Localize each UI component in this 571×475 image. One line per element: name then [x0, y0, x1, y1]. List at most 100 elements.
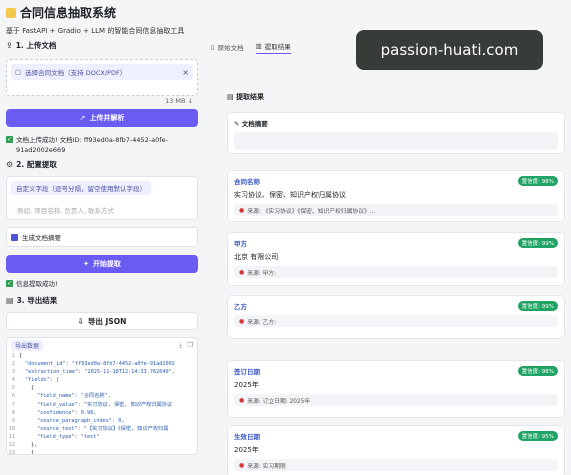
confidence-badge: 置信度: 99%	[517, 301, 558, 311]
export-icon: ⇩	[77, 316, 84, 326]
field-name: 签订日期	[234, 368, 260, 376]
line-number: 8	[11, 409, 15, 416]
file-upload-area[interactable]: ▢ 选择合同文档（支持 DOCX/PDF） × 13 MB ↓	[6, 59, 198, 105]
upload-icon: ⇪	[6, 41, 13, 50]
code-line: 9 "source_paragraph_index": 0,	[7, 417, 197, 425]
check-icon: ✓	[6, 136, 13, 143]
file-icon: ▢	[15, 68, 22, 76]
summary-card: ✎ 文档摘要	[227, 112, 565, 154]
custom-fields-placeholder: 例如: 项目名称, 负责人, 联系方式	[17, 207, 115, 215]
code-line: 12},	[7, 441, 197, 449]
field-name: 甲方	[234, 240, 247, 248]
start-extract-button[interactable]: ✦ 开始提取	[6, 255, 198, 273]
code-text: "source_text": "【实习协议】《保密, 知识产权归属	[37, 425, 169, 432]
copy-icon[interactable]: ❐	[187, 341, 193, 350]
export-json-label: 导出 JSON	[87, 316, 127, 326]
result-card: 合同名称 置信度: 98% 实习协议、保密、知识产权归属协议 ● 来源: 《实习协议》《…	[227, 170, 565, 222]
line-number: 11	[8, 433, 15, 440]
source-text: 来源: 实习期限	[247, 463, 286, 470]
source-text: 来源: 甲方:	[247, 270, 277, 277]
close-icon[interactable]: ×	[182, 68, 189, 77]
result-card: 乙方 置信度: 99% ● 来源: 乙方:	[227, 295, 565, 339]
app-title-text: 合同信息抽取系统	[20, 6, 117, 20]
summary-title: ✎ 文档摘要	[234, 118, 558, 128]
field-value: 北京 有限公司	[234, 253, 279, 261]
start-extract-label: 开始提取	[92, 260, 121, 268]
watermark: passion-huati.com	[356, 30, 543, 70]
upload-status: ✓ 文档上传成功! 文档ID: ff93ed0a-8fb7-4452-a0fe-…	[6, 135, 198, 155]
check-icon: ✓	[6, 280, 13, 287]
field-value: 实习协议、保密、知识产权归属协议	[234, 191, 346, 199]
line-number: 12	[8, 442, 15, 449]
code-line: 1{	[7, 352, 197, 360]
results-title: ▤ 提取结果	[227, 92, 264, 102]
field-name: 乙方	[234, 303, 247, 311]
export-code-viewer[interactable]: 导出数据 ⤓ ❐ 1{2 "document_id": "ff93ed0a-8fb…	[6, 337, 198, 455]
line-number: 2	[11, 361, 15, 368]
right-panel: ▯ 原始文档 ▥ 提取结果 ▤ 提取结果 ✎ 文档摘要 合同名称 置信度: 98%…	[205, 40, 571, 475]
file-size: 13 MB ↓	[165, 97, 193, 105]
code-text: "field_type": "text"	[37, 433, 100, 440]
pin-icon: ●	[239, 206, 245, 214]
pin-icon: ●	[239, 461, 245, 469]
result-card: 甲方 置信度: 99% 北京 有限公司 ● 来源: 甲方:	[227, 232, 565, 286]
code-line: 13 {	[7, 449, 197, 455]
confidence-badge: 置信度: 98%	[517, 366, 558, 376]
source-text: 来源: 订立日期: 2025年	[247, 398, 311, 405]
code-line: 4 "fields": [	[7, 376, 197, 384]
export-json-button[interactable]: ⇩ 导出 JSON	[6, 312, 198, 330]
document-icon: ▯	[211, 43, 215, 51]
app-header: 合同信息抽取系统 基于 FastAPI + Gradio + LLM 的智能合同…	[6, 4, 346, 36]
config-section-title: ⚙ 2. 配置提取	[6, 159, 198, 170]
bulb-icon: ✦	[83, 260, 89, 268]
code-text: {	[19, 353, 23, 359]
confidence-badge: 置信度: 98%	[517, 176, 558, 186]
code-header: 导出数据 ⤓ ❐	[7, 338, 197, 352]
field-value: 2025年	[234, 381, 259, 389]
upload-parse-label: 上传并解析	[89, 114, 125, 122]
file-chip-label: 选择合同文档（支持 DOCX/PDF）	[25, 69, 127, 77]
code-lines: 1{2 "document_id": "ff93ed0a-8fb7-4452-a0…	[7, 352, 197, 455]
code-text: {	[31, 450, 35, 455]
pin-icon: ●	[239, 396, 245, 404]
line-number: 13	[8, 450, 15, 455]
summary-checkbox[interactable]	[11, 233, 18, 241]
tab-extract-result[interactable]: ▥ 提取结果	[255, 41, 291, 54]
code-text: "fields": [	[25, 377, 60, 384]
app-title: 合同信息抽取系统	[6, 4, 346, 21]
summary-label: 文档摘要	[241, 120, 268, 128]
summary-checkbox-label: 生成文档摘要	[22, 234, 61, 242]
summary-checkbox-row[interactable]: 生成文档摘要	[6, 227, 198, 247]
line-number: 5	[11, 385, 15, 392]
pin-icon: ●	[239, 317, 245, 325]
source-row: ● 来源: 订立日期: 2025年	[234, 394, 558, 406]
chart-icon: ▥	[255, 41, 262, 50]
app-subtitle: 基于 FastAPI + Gradio + LLM 的智能合同信息抽取工具	[6, 27, 185, 35]
line-number: 4	[11, 377, 15, 384]
rocket-icon: ➚	[79, 114, 86, 122]
source-row: ● 来源: 实习期限	[234, 459, 558, 471]
upload-status-text: 文档上传成功! 文档ID: ff93ed0a-8fb7-4452-a0fe-91…	[16, 136, 168, 154]
download-icon[interactable]: ⤓	[179, 341, 182, 350]
results-icon: ▤	[227, 93, 234, 101]
code-text: "extraction_time": "2025-11-18T12:14:33.…	[25, 369, 175, 376]
code-text: "field_name": "合同名称",	[37, 393, 111, 400]
upload-parse-button[interactable]: ➚ 上传并解析	[6, 109, 198, 127]
source-text: 来源: 《实习协议》《保密、知识产权归属协议》...	[247, 208, 376, 215]
extract-status: ✓ 信息提取成功!	[6, 279, 198, 289]
pin-icon: ●	[239, 268, 245, 276]
line-number: 3	[11, 369, 15, 376]
tab-original-doc-label: 原始文档	[217, 44, 244, 52]
file-chip[interactable]: ▢ 选择合同文档（支持 DOCX/PDF） ×	[11, 64, 193, 80]
export-section-label: 3. 导出结果	[16, 296, 58, 305]
custom-fields-input[interactable]: 自定义字段（逗号分隔，留空使用默认字段） 例如: 项目名称, 负责人, 联系方式	[6, 176, 198, 220]
tab-original-doc[interactable]: ▯ 原始文档	[211, 42, 244, 52]
code-text: },	[31, 442, 38, 449]
export-section-title: ▤ 3. 导出结果	[6, 295, 198, 306]
code-line: 11 "field_type": "text"	[7, 433, 197, 441]
source-text: 来源: 乙方:	[247, 319, 277, 326]
source-row: ● 来源: 乙方:	[234, 315, 558, 327]
line-number: 1	[11, 353, 15, 359]
config-section-label: 2. 配置提取	[16, 160, 57, 169]
memo-icon	[6, 7, 16, 18]
